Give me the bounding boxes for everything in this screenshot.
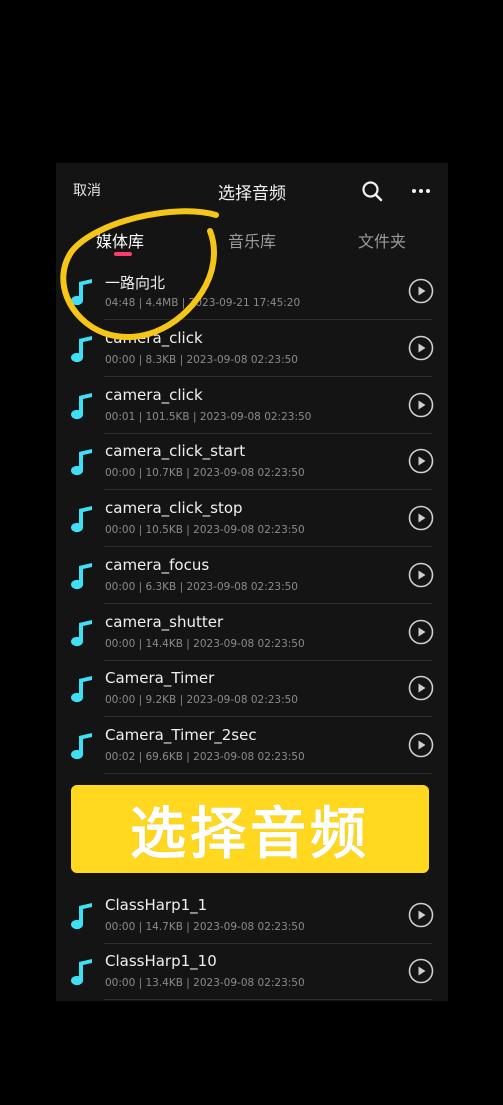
search-icon[interactable] (360, 179, 384, 203)
file-name: ClassHarp1_10 (105, 952, 217, 970)
file-name: camera_click_start (105, 442, 246, 460)
play-icon[interactable] (408, 392, 434, 418)
list-item[interactable]: Camera_Timer 00:00 | 9.2KB | 2023-09-08 0… (56, 660, 448, 717)
list-item[interactable]: Camera_Timer_2sec 00:02 | 69.6KB | 2023-0… (56, 717, 448, 774)
music-note-icon (71, 393, 92, 420)
music-note-icon (71, 959, 92, 986)
tab-music-library[interactable]: 音乐库 (228, 228, 276, 252)
file-meta: 00:00 | 13.4KB | 2023-09-08 02:23:50 (105, 977, 305, 989)
active-tab-indicator (114, 252, 132, 256)
file-name: camera_click (105, 329, 203, 347)
list-item[interactable]: 一路向北 04:48 | 4.4MB | 2023-09-21 17:45:20 (56, 263, 448, 320)
file-name: ClassHarp1_1 (105, 896, 208, 914)
tab-media-library[interactable]: 媒体库 (96, 228, 144, 252)
play-icon[interactable] (408, 335, 434, 361)
file-name: camera_click (105, 386, 203, 404)
file-meta: 00:00 | 10.7KB | 2023-09-08 02:23:50 (105, 467, 305, 479)
file-name: 一路向北 (105, 274, 166, 292)
overlay-banner-text: 选择音频 (130, 801, 370, 867)
file-meta: 00:00 | 14.4KB | 2023-09-08 02:23:50 (105, 638, 305, 650)
play-icon[interactable] (408, 505, 434, 531)
file-meta: 00:00 | 14.7KB | 2023-09-08 02:23:50 (105, 921, 305, 933)
row-divider (104, 999, 432, 1000)
list-item[interactable]: ClassHarp1_1 00:00 | 14.7KB | 2023-09-08 … (56, 887, 448, 944)
file-meta: 00:00 | 10.5KB | 2023-09-08 02:23:50 (105, 524, 305, 536)
file-meta: 04:48 | 4.4MB | 2023-09-21 17:45:20 (105, 297, 301, 309)
tab-folder[interactable]: 文件夹 (358, 228, 406, 252)
tab-bar: 媒体库 音乐库 文件夹 (56, 219, 448, 263)
file-meta: 00:00 | 6.3KB | 2023-09-08 02:23:50 (105, 581, 298, 593)
file-name: camera_focus (105, 556, 210, 574)
music-note-icon (71, 620, 92, 647)
list-item[interactable]: camera_focus 00:00 | 6.3KB | 2023-09-08 0… (56, 547, 448, 604)
file-meta: 00:01 | 101.5KB | 2023-09-08 02:23:50 (105, 411, 312, 423)
music-note-icon (71, 563, 92, 590)
play-icon[interactable] (408, 675, 434, 701)
file-name: camera_click_stop (105, 499, 243, 517)
music-note-icon (71, 449, 92, 476)
list-item[interactable]: camera_click 00:01 | 101.5KB | 2023-09-08… (56, 377, 448, 434)
play-icon[interactable] (408, 278, 434, 304)
play-icon[interactable] (408, 958, 434, 984)
top-bar: 取消 选择音频 (56, 163, 448, 219)
more-icon[interactable] (409, 179, 433, 203)
list-item[interactable]: camera_shutter 00:00 | 14.4KB | 2023-09-0… (56, 604, 448, 661)
file-name: camera_shutter (105, 613, 224, 631)
play-icon[interactable] (408, 902, 434, 928)
music-note-icon (71, 506, 92, 533)
file-meta: 00:00 | 8.3KB | 2023-09-08 02:23:50 (105, 354, 298, 366)
music-note-icon (71, 676, 92, 703)
music-note-icon (71, 336, 92, 363)
file-name: Camera_Timer_2sec (105, 726, 257, 744)
play-icon[interactable] (408, 448, 434, 474)
page-title: 选择音频 (218, 184, 286, 204)
play-icon[interactable] (408, 732, 434, 758)
list-item[interactable]: camera_click_start 00:00 | 10.7KB | 2023-… (56, 433, 448, 490)
music-note-icon (71, 279, 92, 306)
play-icon[interactable] (408, 619, 434, 645)
file-meta: 00:00 | 9.2KB | 2023-09-08 02:23:50 (105, 694, 298, 706)
music-note-icon (71, 903, 92, 930)
audio-picker-screen: 取消 选择音频 媒体库 音乐库 文件夹 一路向北 04:48 | 4.4MB | … (56, 163, 448, 1001)
play-icon[interactable] (408, 562, 434, 588)
list-item[interactable]: camera_click 00:00 | 8.3KB | 2023-09-08 0… (56, 320, 448, 377)
music-note-icon (71, 733, 92, 760)
file-meta: 00:02 | 69.6KB | 2023-09-08 02:23:50 (105, 751, 305, 763)
overlay-banner: 选择音频 (71, 785, 429, 873)
file-name: Camera_Timer (105, 669, 215, 687)
list-item[interactable]: ClassHarp1_10 00:00 | 13.4KB | 2023-09-08… (56, 943, 448, 1000)
row-divider (104, 773, 432, 774)
list-item[interactable]: camera_click_stop 00:00 | 10.5KB | 2023-0… (56, 490, 448, 547)
